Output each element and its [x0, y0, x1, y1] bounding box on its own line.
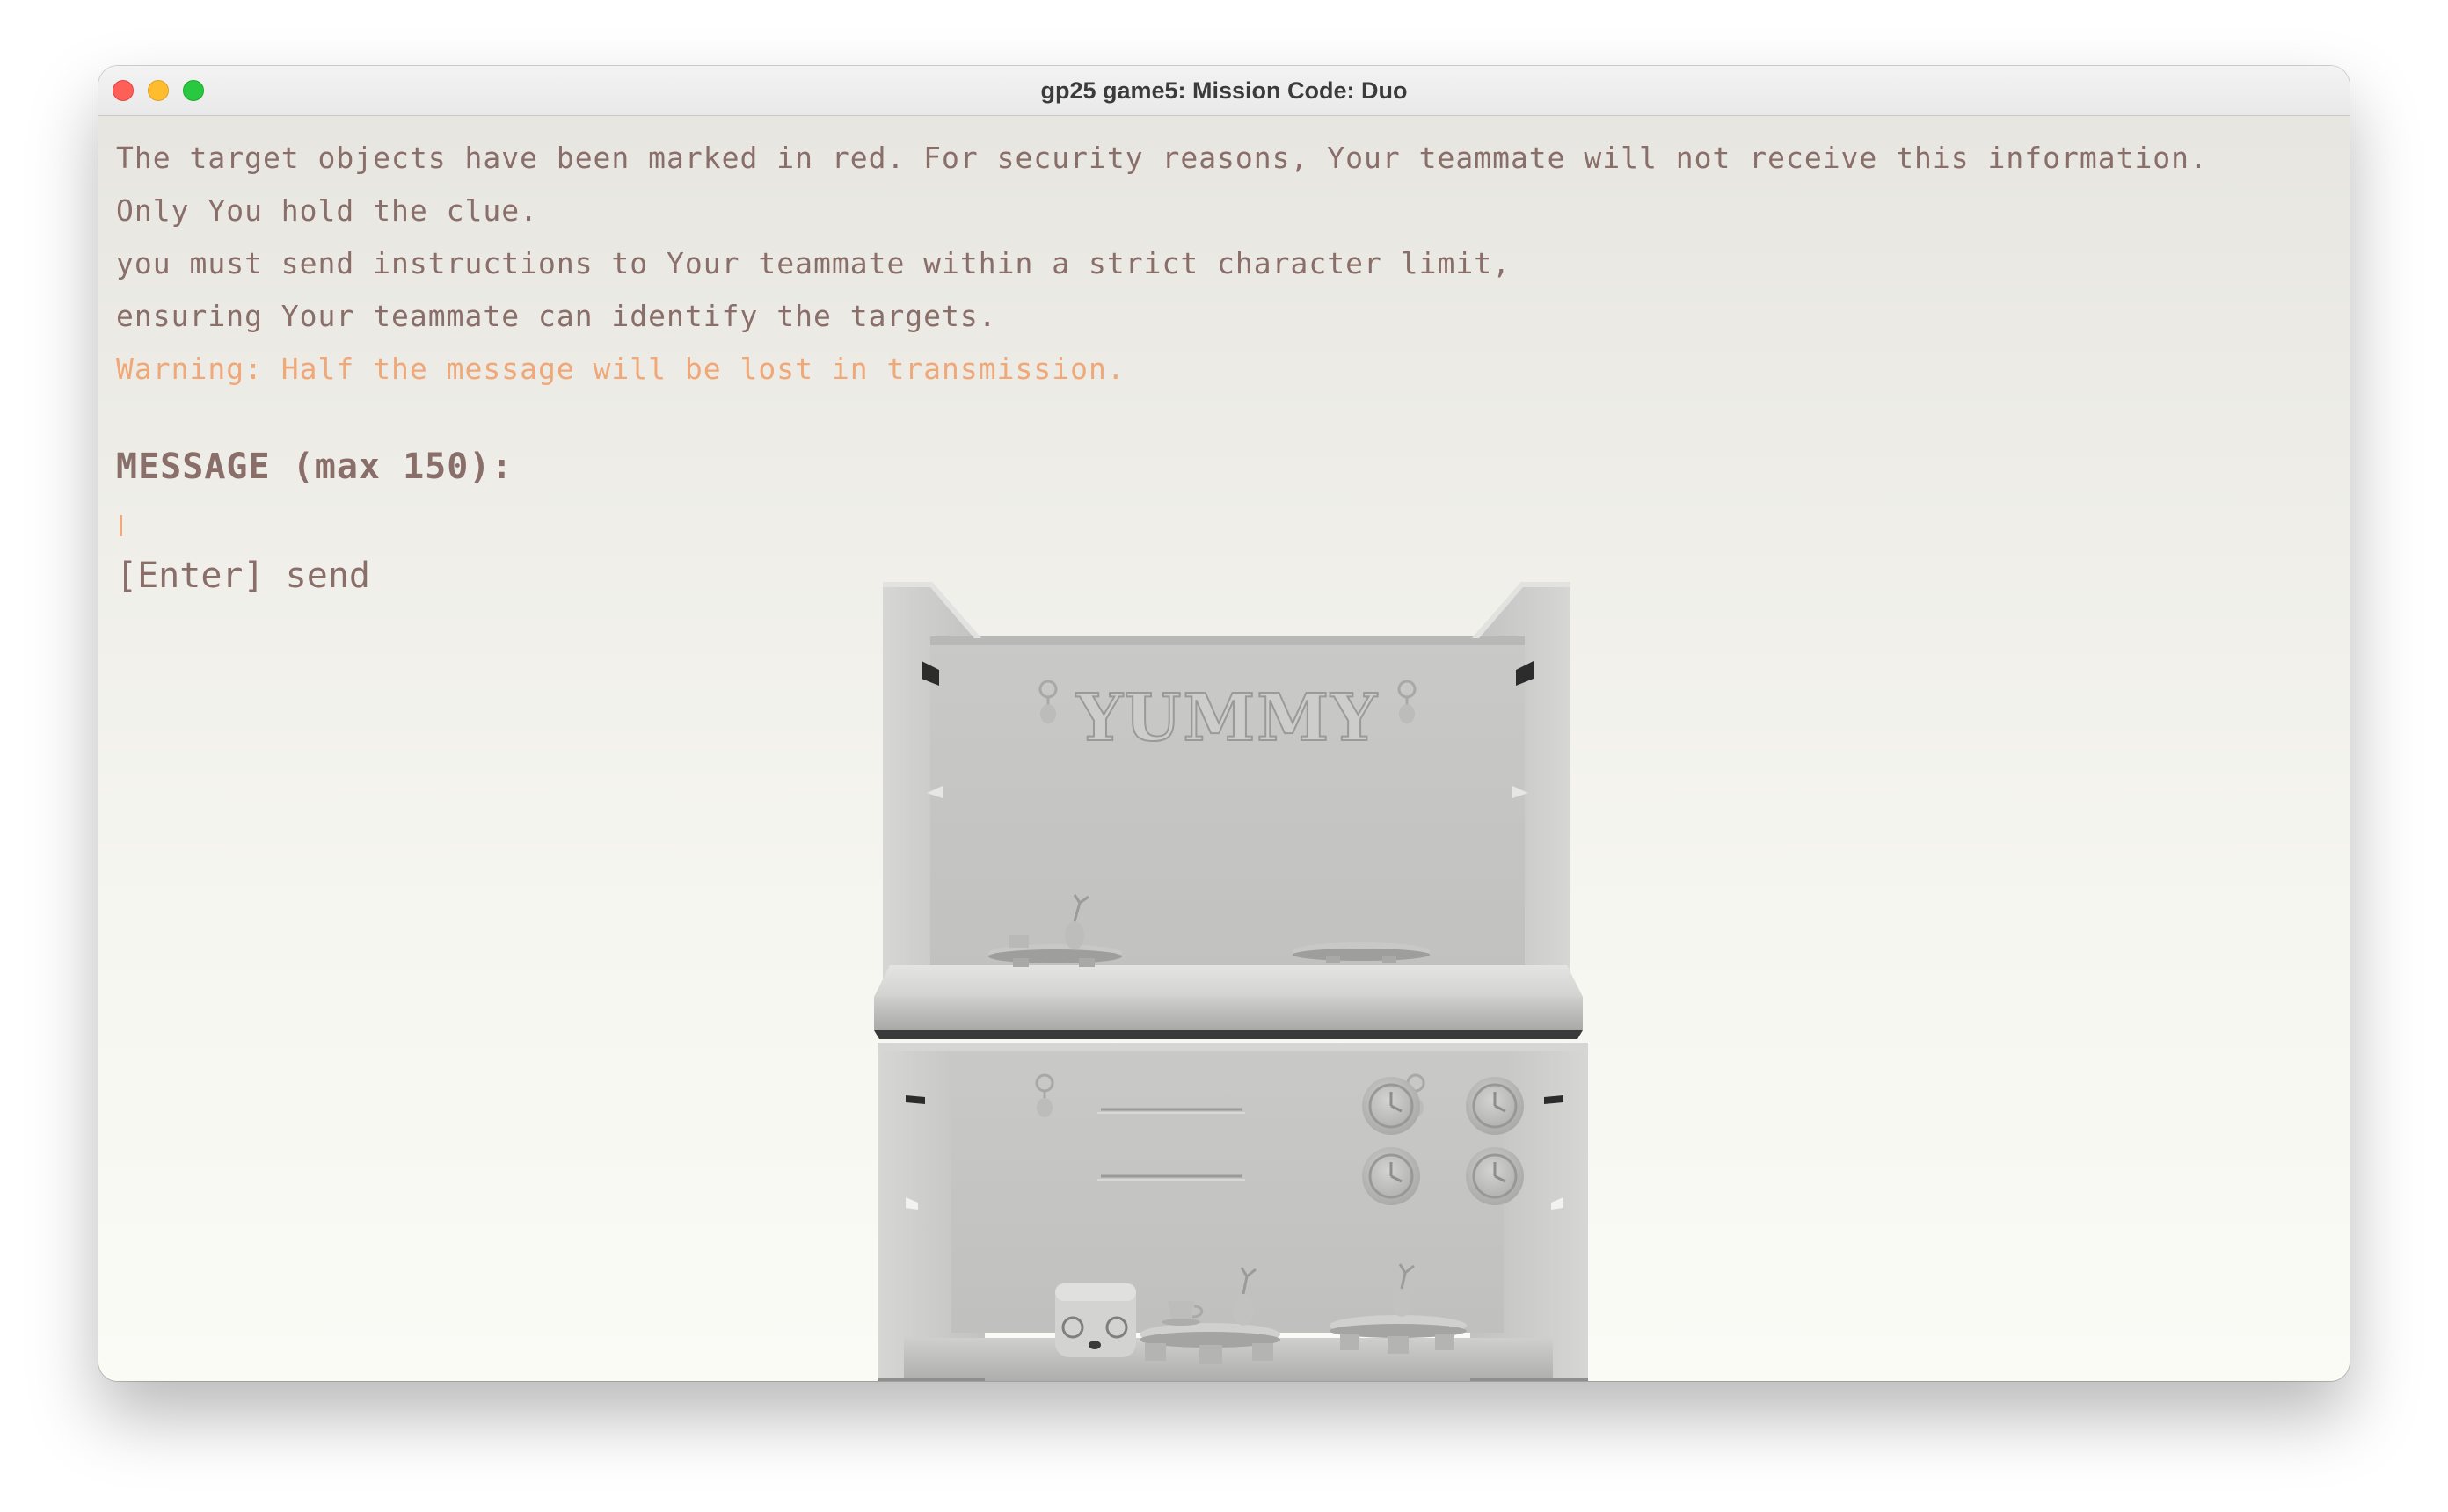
message-input[interactable]	[116, 510, 732, 545]
upper-room[interactable]: YUMMY	[874, 582, 1583, 1039]
wall-clock-icon[interactable]	[1466, 1147, 1524, 1205]
message-label: MESSAGE (max 150):	[116, 447, 514, 487]
wall-clock-icon[interactable]	[1362, 1147, 1420, 1205]
briefing-line: The target objects have been marked in r…	[116, 141, 2208, 175]
dollhouse-3d-view[interactable]: YUMMY	[776, 573, 1690, 1381]
transmission-warning: Warning: Half the message will be lost i…	[116, 352, 1126, 386]
briefing-line: you must send instructions to Your teamm…	[116, 246, 1511, 280]
wall-clock-icon[interactable]	[1362, 1077, 1420, 1135]
briefing-line: ensuring Your teammate can identify the …	[116, 299, 997, 333]
game-canvas[interactable]: The target objects have been marked in r…	[98, 116, 2350, 1381]
text-caret	[120, 515, 122, 536]
lower-room[interactable]	[878, 1043, 1588, 1381]
wall-clock-icon[interactable]	[1466, 1077, 1524, 1135]
desktop: gp25 game5: Mission Code: Duo The target…	[0, 0, 2448, 1512]
cube-character-icon[interactable]	[1055, 1283, 1136, 1357]
title-bar[interactable]: gp25 game5: Mission Code: Duo	[98, 66, 2350, 116]
window-title: gp25 game5: Mission Code: Duo	[1040, 77, 1408, 104]
mission-briefing: The target objects have been marked in r…	[116, 132, 2208, 396]
yummy-sign: YUMMY	[1075, 680, 1379, 756]
briefing-line: Only You hold the clue.	[116, 193, 538, 228]
send-hint: [Enter] send	[116, 556, 370, 596]
game-window: gp25 game5: Mission Code: Duo The target…	[98, 66, 2350, 1381]
